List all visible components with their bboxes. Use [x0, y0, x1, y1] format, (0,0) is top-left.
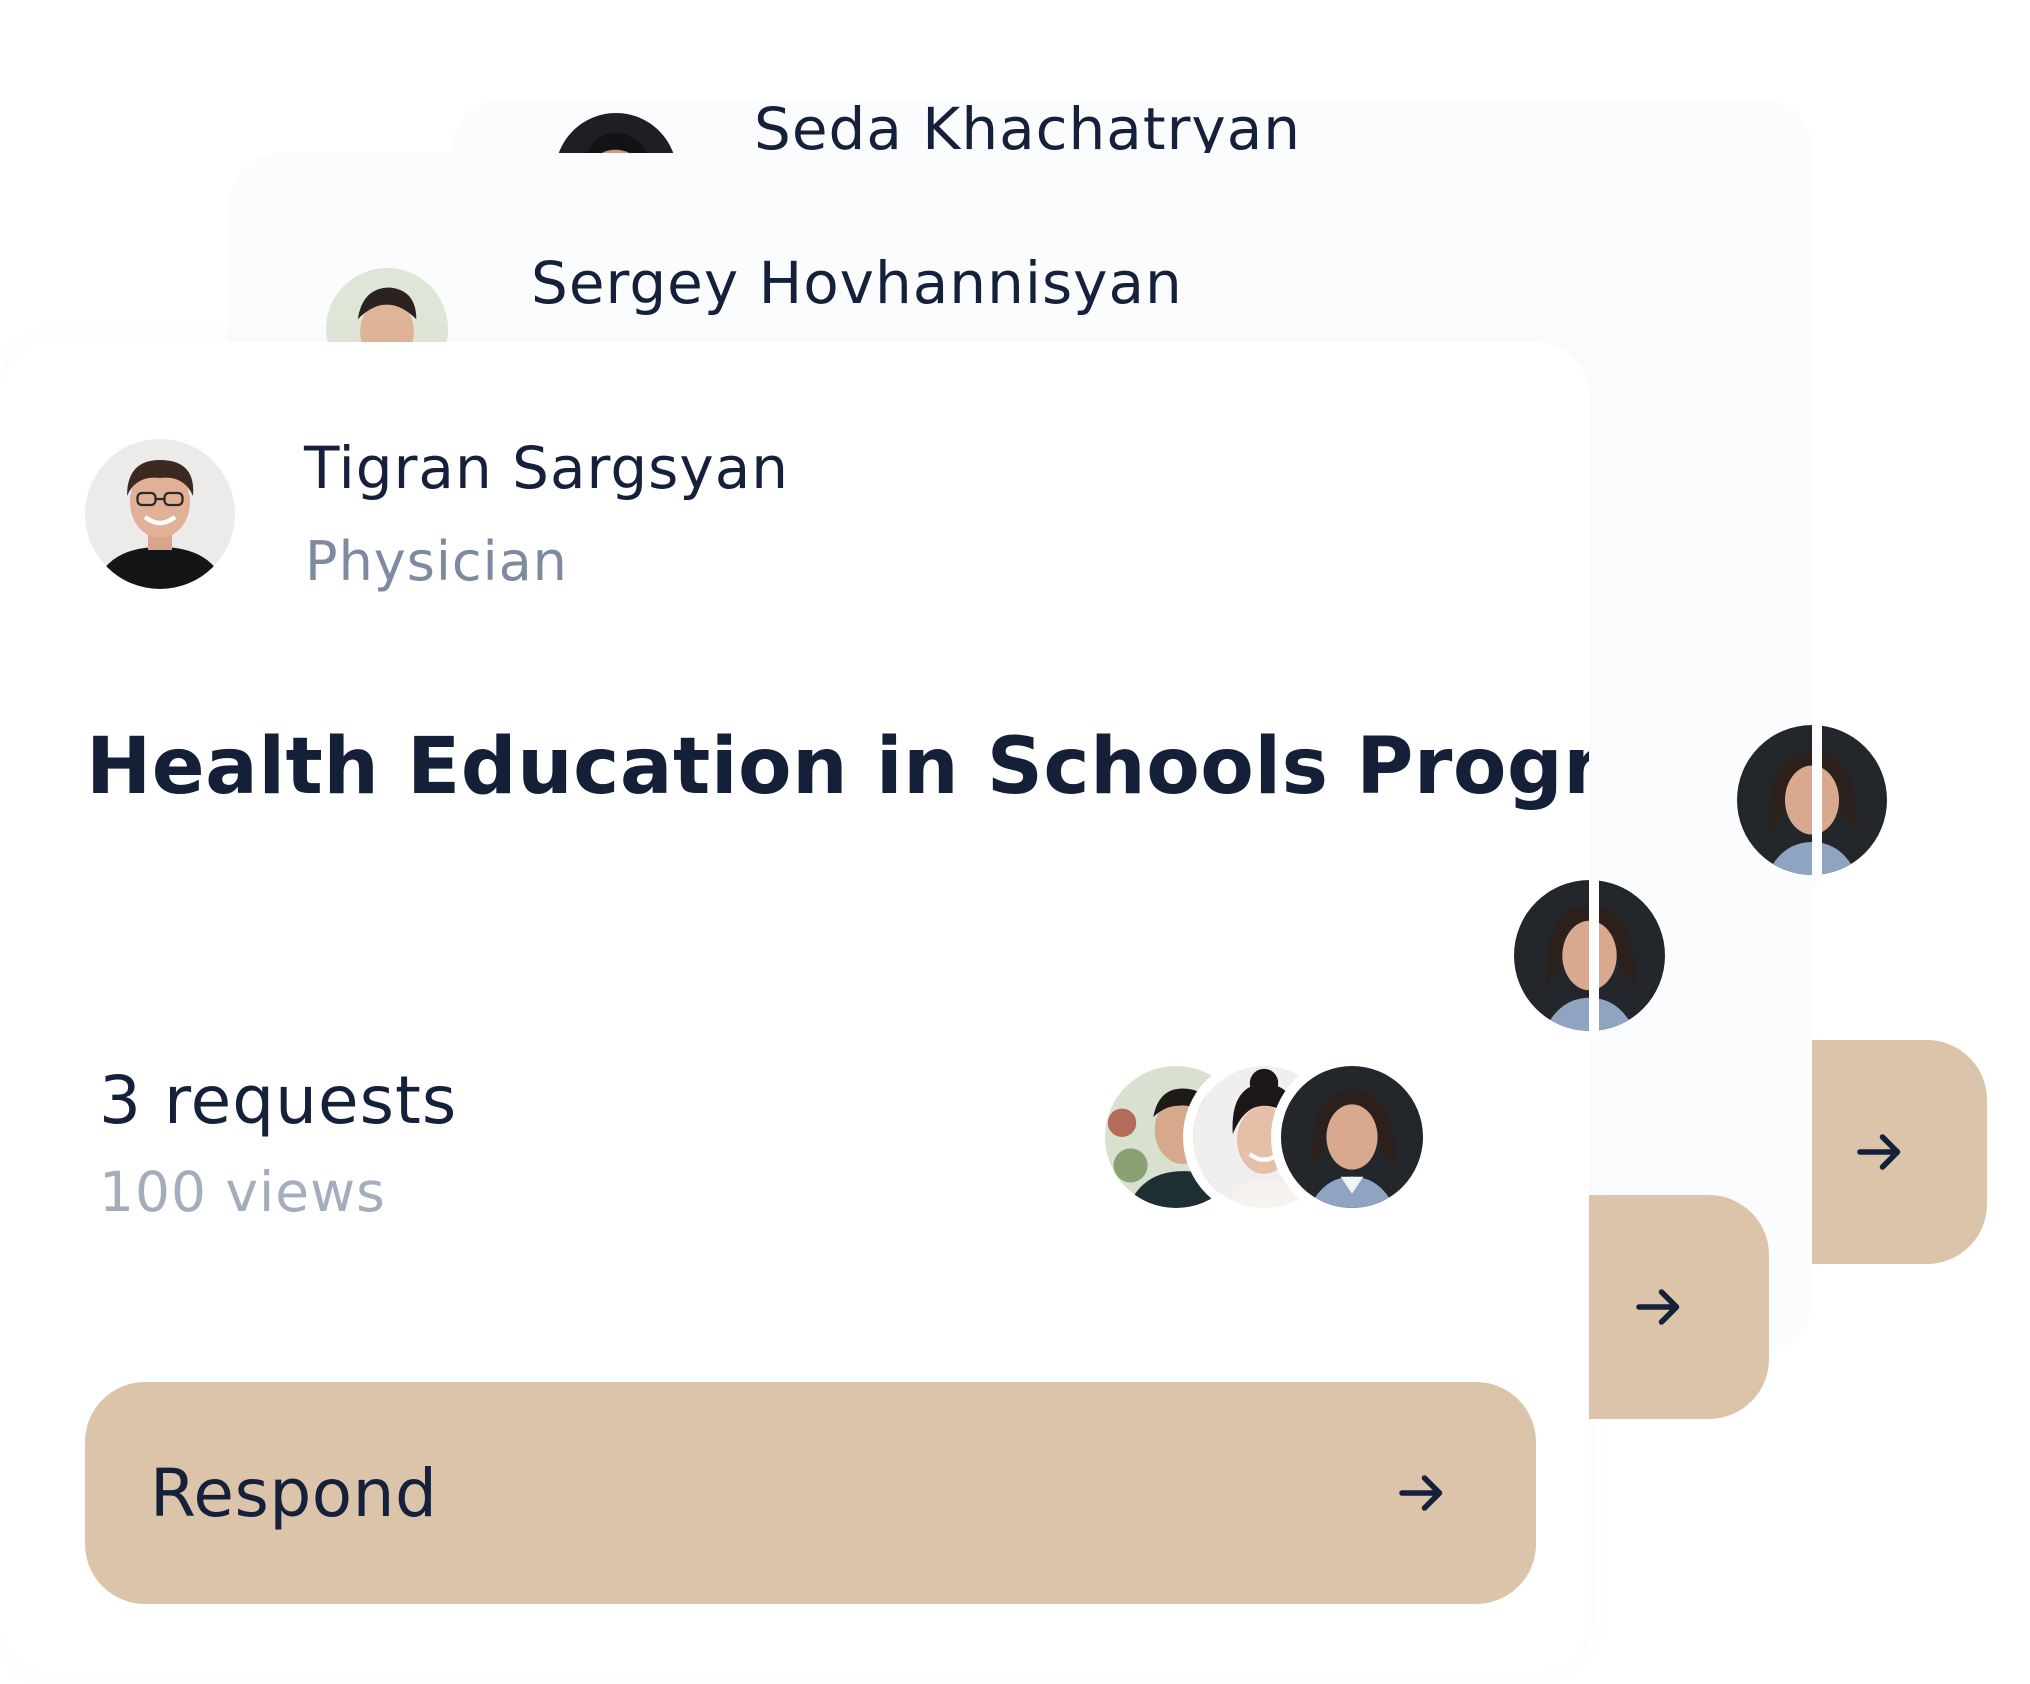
arrow-right-icon	[1399, 1475, 1443, 1511]
request-card-front[interactable]: Tigran Sargsyan Physician Health Educati…	[0, 342, 1589, 1672]
back-card-open-button[interactable]	[1812, 1040, 1987, 1264]
respond-button[interactable]: Respond	[85, 1382, 1536, 1604]
views-count: 100 views	[99, 1160, 386, 1224]
request-title: Health Education in Schools Program	[86, 722, 1589, 812]
middle-card-open-button[interactable]	[1589, 1195, 1769, 1419]
requester-avatar	[1271, 1056, 1433, 1218]
arrow-right-icon	[1856, 1134, 1900, 1170]
front-card-edge	[1589, 880, 1599, 1040]
middle-card-edge	[1812, 725, 1822, 885]
author-role: Physician	[305, 530, 568, 593]
author-name: Tigran Sargsyan	[304, 434, 790, 502]
author-name: Sergey Hovhannisyan	[531, 249, 1183, 317]
requests-count: 3 requests	[99, 1062, 458, 1139]
author-avatar	[85, 439, 235, 589]
respond-button-label: Respond	[150, 1454, 438, 1532]
request-cards-stage: Seda Khachatryan ram Sergey Hovhannisyan	[0, 0, 2030, 1684]
arrow-right-icon	[1636, 1289, 1680, 1325]
